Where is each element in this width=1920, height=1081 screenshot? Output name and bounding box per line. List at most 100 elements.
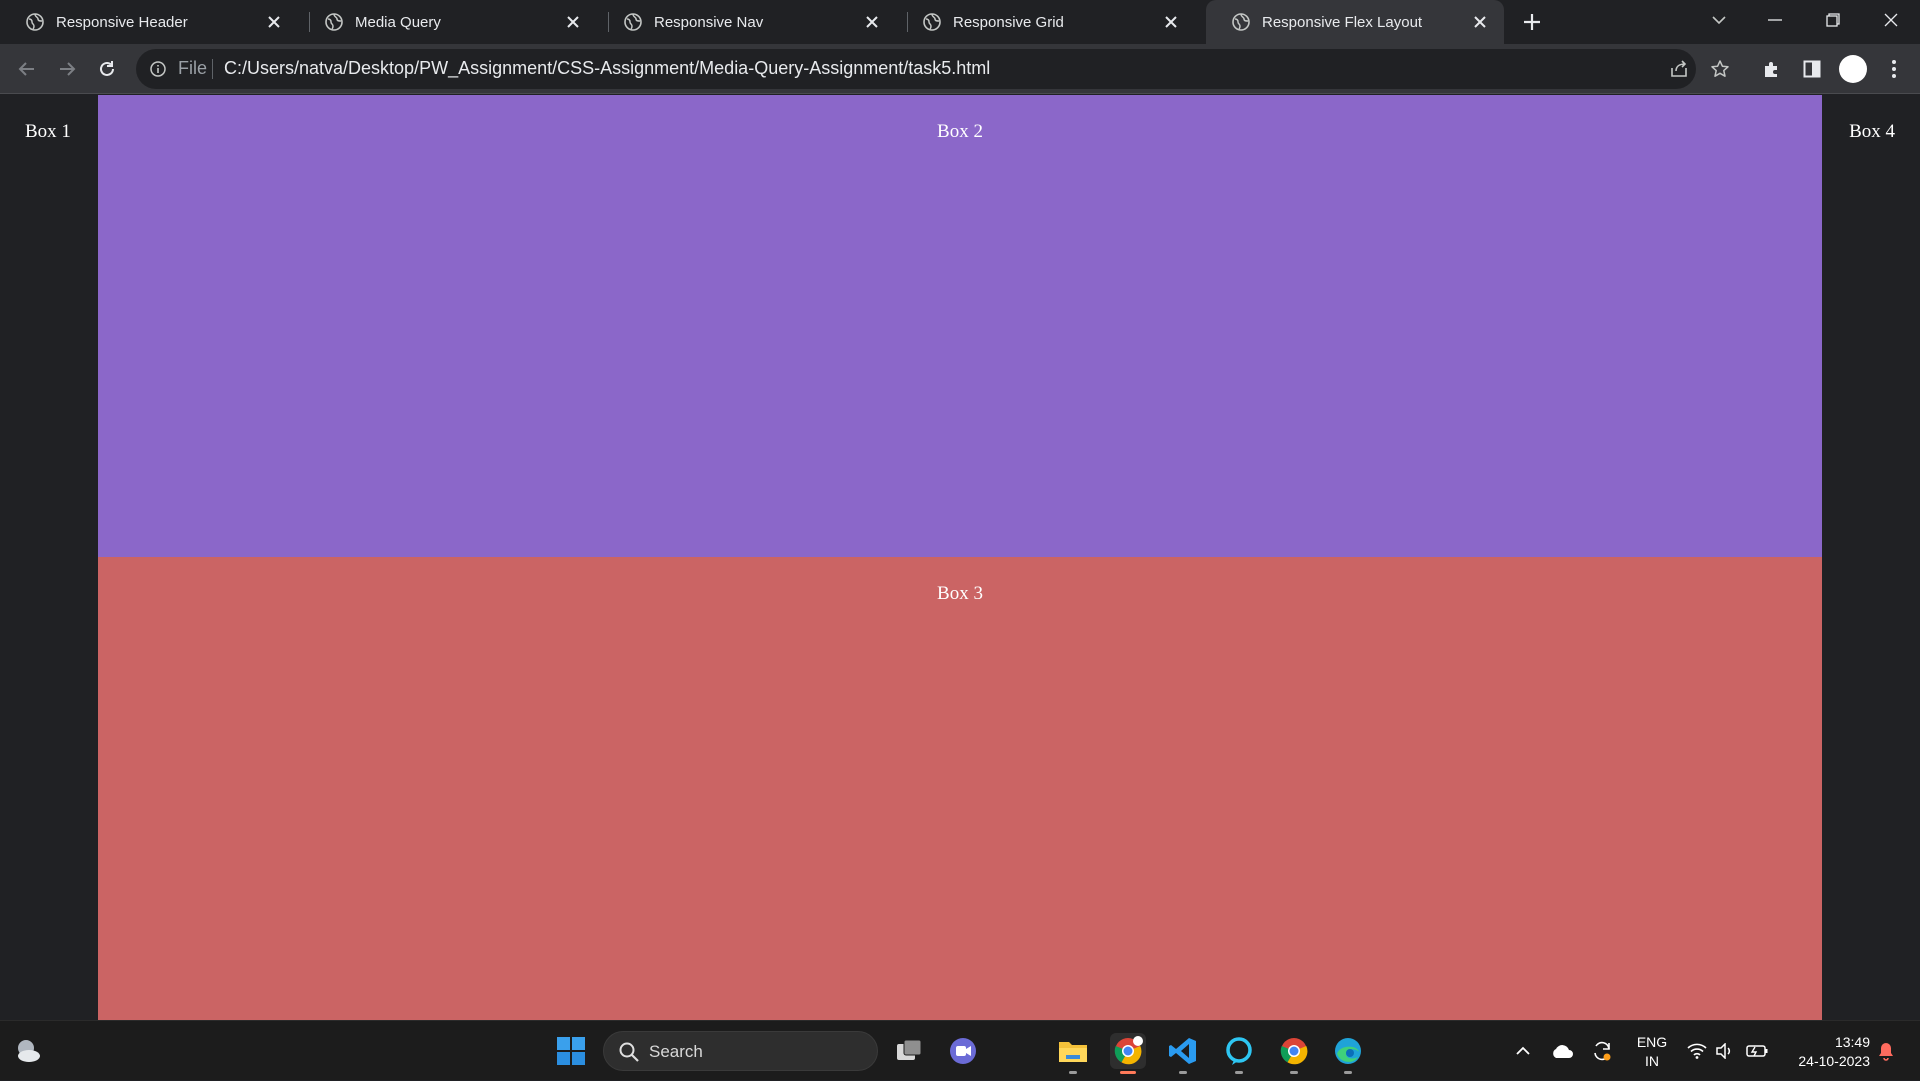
new-tab-button[interactable] — [1520, 10, 1544, 34]
tab-strip: Responsive Header Media Query Responsive… — [0, 0, 1920, 44]
tab-title: Responsive Grid — [953, 13, 1064, 31]
box-2-label: Box 2 — [937, 121, 983, 142]
tab-title: Media Query — [355, 13, 441, 31]
minimize-button[interactable] — [1752, 0, 1798, 40]
chrome-icon — [1114, 1036, 1143, 1065]
profile-avatar[interactable] — [1839, 55, 1867, 83]
speaker-icon — [1716, 1043, 1731, 1059]
running-indicator — [1069, 1071, 1077, 1074]
tab-title: Responsive Nav — [654, 13, 764, 31]
address-bar[interactable]: File C:/Users/natva/Desktop/PW_Assignmen… — [136, 49, 1729, 89]
share-icon[interactable] — [1667, 57, 1691, 81]
side-panel-button[interactable] — [1800, 57, 1824, 81]
chrome-taskbar-button-active[interactable] — [1110, 1033, 1146, 1074]
tab-responsive-header[interactable]: Responsive Header — [0, 0, 298, 44]
menu-button[interactable] — [1882, 57, 1906, 81]
reload-icon — [100, 61, 114, 76]
tab-search-button[interactable] — [1696, 0, 1742, 40]
wifi-icon — [1687, 1043, 1707, 1059]
vscode-icon — [1169, 1038, 1196, 1064]
taskbar-search[interactable]: Search — [603, 1031, 878, 1071]
vscode-button[interactable] — [1165, 1033, 1201, 1074]
tab-close-icon[interactable] — [264, 12, 284, 32]
forward-button[interactable] — [55, 57, 79, 81]
chat-icon — [950, 1038, 976, 1064]
browser-toolbar: File C:/Users/natva/Desktop/PW_Assignmen… — [0, 44, 1920, 94]
teams-chat-button[interactable] — [945, 1033, 981, 1069]
tab-close-icon[interactable] — [1470, 12, 1490, 32]
box-1: Box 1 — [0, 95, 98, 1020]
clock-date: 24-10-2023 — [1798, 1053, 1870, 1069]
extensions-button[interactable] — [1760, 57, 1784, 81]
running-indicator — [1344, 1071, 1352, 1074]
running-indicator — [1290, 1071, 1298, 1074]
tab-title: Responsive Flex Layout — [1262, 13, 1423, 31]
chrome-profile-button[interactable] — [1276, 1033, 1312, 1074]
tab-responsive-grid[interactable]: Responsive Grid — [897, 0, 1195, 44]
tab-close-icon[interactable] — [1161, 12, 1181, 32]
task-view-icon — [897, 1039, 922, 1060]
clock-time: 13:49 — [1834, 1034, 1870, 1050]
box-2: Box 2 — [98, 95, 1822, 557]
arrow-left-icon — [18, 62, 34, 76]
edge-icon — [1335, 1038, 1361, 1064]
volume-tray-icon[interactable] — [1712, 1021, 1738, 1081]
back-button[interactable] — [15, 57, 39, 81]
globe-icon — [1232, 13, 1250, 31]
weather-widget[interactable] — [10, 1033, 46, 1069]
reload-button[interactable] — [95, 57, 119, 81]
tab-close-icon[interactable] — [862, 12, 882, 32]
puzzle-icon — [1765, 62, 1777, 77]
start-button[interactable] — [553, 1033, 589, 1069]
running-indicator — [1179, 1071, 1187, 1074]
globe-icon — [26, 13, 44, 31]
battery-tray-icon[interactable] — [1744, 1021, 1770, 1081]
language-code: ENG — [1636, 1034, 1668, 1050]
close-icon — [1884, 13, 1898, 27]
region-code: IN — [1645, 1053, 1659, 1069]
alexa-button[interactable] — [1221, 1033, 1257, 1074]
tab-media-query[interactable]: Media Query — [299, 0, 597, 44]
task-view-button[interactable] — [891, 1033, 927, 1069]
page-viewport: Box 1 Box 2 Box 3 Box 4 — [0, 95, 1920, 1020]
cloud-icon — [1553, 1045, 1573, 1058]
tab-responsive-nav[interactable]: Responsive Nav — [598, 0, 896, 44]
box-4: Box 4 — [1822, 95, 1920, 1020]
sync-icon — [1594, 1041, 1611, 1061]
notifications-button[interactable] — [1874, 1021, 1898, 1081]
taskbar: Search ENG IN 13:49 24-10-2023 — [0, 1020, 1920, 1080]
more-vert-icon — [1892, 60, 1896, 78]
tab-title: Responsive Header — [56, 13, 188, 31]
sync-tray-button[interactable] — [1588, 1021, 1616, 1081]
globe-icon — [923, 13, 941, 31]
file-explorer-button[interactable] — [1055, 1033, 1091, 1074]
alexa-icon — [1226, 1037, 1252, 1065]
restore-icon — [1826, 13, 1840, 27]
globe-icon — [325, 13, 343, 31]
chevron-down-icon — [1712, 16, 1726, 25]
weather-cloud-icon — [18, 1040, 40, 1062]
omnibox-divider — [212, 59, 213, 79]
close-window-button[interactable] — [1868, 0, 1914, 40]
chevron-up-icon — [1516, 1046, 1530, 1055]
search-icon — [619, 1042, 639, 1062]
globe-icon — [624, 13, 642, 31]
minimize-icon — [1768, 19, 1782, 21]
plus-icon — [1524, 14, 1540, 30]
show-hidden-icons-button[interactable] — [1510, 1021, 1536, 1081]
tab-responsive-flex-layout[interactable]: Responsive Flex Layout — [1206, 0, 1504, 44]
wifi-tray-icon[interactable] — [1684, 1021, 1710, 1081]
language-indicator[interactable]: ENG IN — [1632, 1033, 1672, 1071]
url-text[interactable]: C:/Users/natva/Desktop/PW_Assignment/CSS… — [224, 58, 990, 79]
box-3-label: Box 3 — [937, 583, 983, 604]
box-1-label: Box 1 — [25, 121, 71, 142]
onedrive-tray-button[interactable] — [1548, 1021, 1576, 1081]
restore-button[interactable] — [1810, 0, 1856, 40]
tab-close-icon[interactable] — [563, 12, 583, 32]
search-label: Search — [649, 1042, 703, 1061]
info-icon[interactable] — [148, 59, 168, 79]
edge-button[interactable] — [1330, 1033, 1366, 1074]
box-3: Box 3 — [98, 557, 1822, 1020]
star-icon[interactable] — [1708, 57, 1732, 81]
system-clock[interactable]: 13:49 24-10-2023 — [1780, 1033, 1870, 1071]
